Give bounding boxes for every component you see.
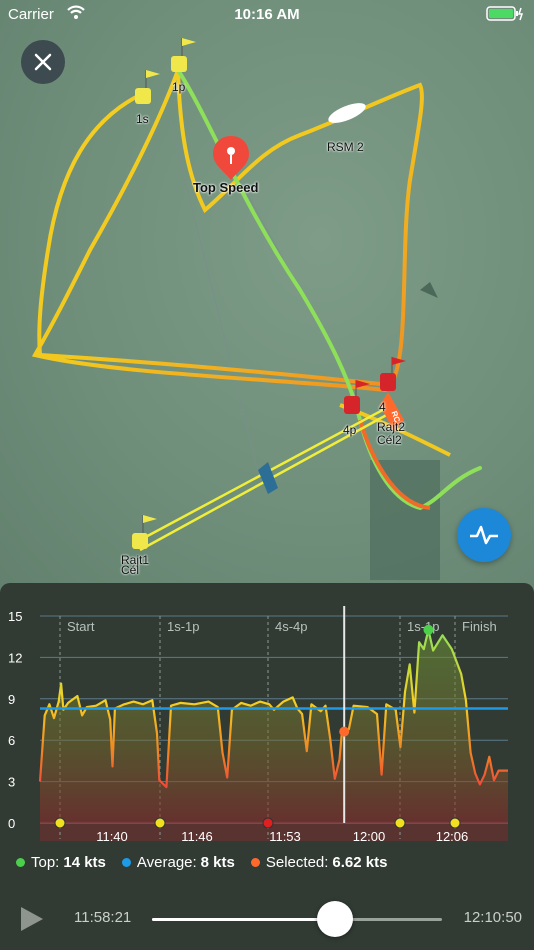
playback-thumb[interactable] [316, 901, 353, 937]
mark-1p-icon[interactable] [171, 38, 196, 72]
mark-dot [54, 817, 66, 829]
track-map: RC [31, 38, 482, 580]
mark-1s-label: 1s [136, 112, 149, 126]
play-icon [21, 907, 43, 931]
mark-dot [394, 817, 406, 829]
legend-average-label: Average: [136, 854, 197, 871]
top-dot-icon [16, 858, 25, 867]
y-tick-label: 6 [8, 733, 15, 748]
leg-label: Start [67, 619, 95, 634]
legend-selected-label: Selected: [265, 854, 329, 871]
mark-4-icon[interactable] [380, 357, 406, 391]
chart-legend: Top: 14 kts Average: 8 kts Selected: 6.6… [16, 854, 403, 871]
mark-1p-label: 1p [172, 80, 186, 94]
end-time: 12:10:50 [463, 909, 522, 926]
x-tick-label: 12:00 [353, 829, 386, 844]
mark-dot [449, 817, 461, 829]
close-button[interactable] [21, 40, 65, 84]
playback-progress [152, 918, 335, 921]
status-bar: Carrier 10:16 AM [0, 0, 534, 28]
top-point [423, 624, 434, 635]
pulse-icon [470, 525, 498, 545]
x-tick-label: 11:40 [96, 829, 128, 844]
leg-label: 4s-4p [275, 619, 308, 634]
water-shadow [370, 460, 440, 580]
y-tick-label: 9 [8, 692, 15, 707]
x-tick-label: 11:53 [269, 829, 301, 844]
top-speed-label: Top Speed [193, 180, 259, 195]
speed-chart[interactable]: 15 12 9 6 3 0 Start 1s-1p 4s-4p 1s-1p Finish 11:40 1… [0, 583, 534, 848]
x-tick-label: 12:06 [436, 829, 469, 844]
speed-graph-toggle-button[interactable] [457, 508, 511, 562]
y-tick-label: 12 [8, 650, 22, 665]
mark-4-label: 4 [379, 400, 386, 414]
mark-1s-icon[interactable] [135, 70, 160, 104]
legend-top-label: Top: [31, 854, 60, 871]
mark-dot [154, 817, 166, 829]
mark-dot [262, 817, 274, 829]
y-tick-label: 3 [8, 775, 15, 790]
current-time: 11:58:21 [74, 909, 132, 926]
playback-bar: 11:58:21 12:10:50 [0, 883, 534, 950]
map-view[interactable]: RC Top Speed RSM 2 1s 1p 4p 4 Rajt2 Cél2… [0, 0, 534, 600]
speed-panel: 15 12 9 6 3 0 Start 1s-1p 4s-4p 1s-1p Finish 11:40 1… [0, 583, 534, 950]
y-tick-label: 0 [8, 816, 15, 831]
selected-point [339, 726, 350, 737]
legend-selected: Selected: 6.62 kts [250, 854, 388, 871]
play-button[interactable] [19, 905, 45, 933]
leg-label: 1s-1p [167, 619, 200, 634]
legend-average-value: 8 kts [200, 854, 235, 871]
legend-top: Top: 14 kts [16, 854, 106, 871]
mark-rajt1-label: Rajt1 Cél [121, 553, 150, 577]
legend-average: Average: 8 kts [121, 854, 235, 871]
leg-label: 1s-1p [407, 619, 440, 634]
mark-4p-label: 4p [343, 423, 357, 437]
leg-label: Finish [462, 619, 497, 634]
top-speed-pin-icon[interactable] [211, 134, 251, 184]
selected-dot-icon [250, 858, 260, 867]
y-tick-label: 15 [8, 609, 22, 624]
close-icon [34, 53, 52, 71]
legend-selected-value: 6.62 kts [332, 854, 388, 871]
legend-top-value: 14 kts [63, 854, 106, 871]
mark-rajt2-label: Rajt2 Cél2 [377, 420, 406, 447]
average-dot-icon [121, 858, 131, 867]
clock: 10:16 AM [234, 6, 300, 23]
rsm-label: RSM 2 [327, 140, 364, 154]
x-tick-label: 11:46 [181, 829, 213, 844]
playback-slider[interactable] [152, 918, 442, 921]
battery-icon [486, 6, 524, 21]
